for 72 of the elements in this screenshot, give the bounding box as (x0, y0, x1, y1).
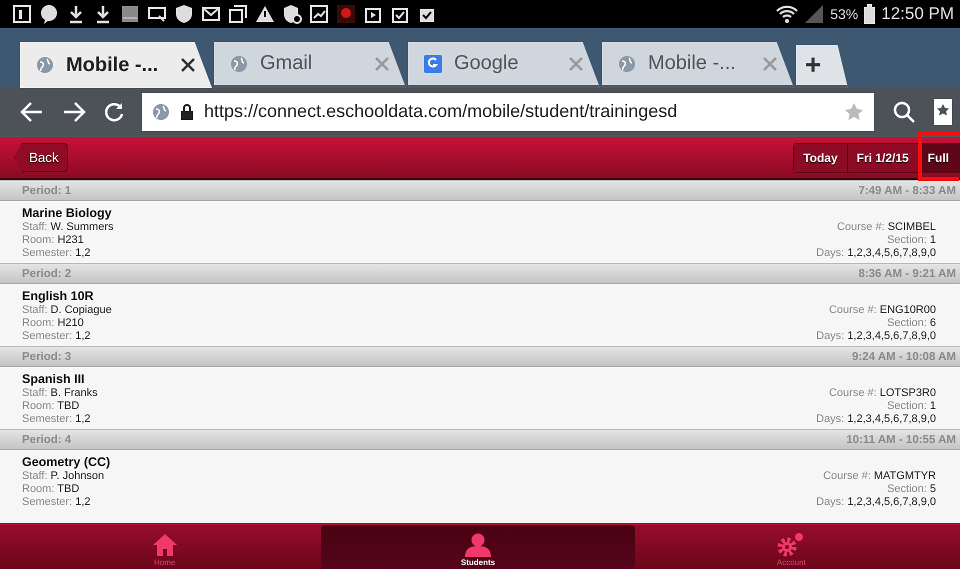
course-detail: Semester: 1,2 (22, 413, 92, 426)
course-info: Course #: LOTSP3R0 (828, 387, 936, 400)
new-tab-button[interactable]: + (796, 45, 848, 88)
course-info: Days: 1,2,3,4,5,6,7,8,9,0 (816, 496, 936, 509)
chart-icon (309, 4, 329, 24)
google-icon (424, 54, 442, 72)
period-time: 8:36 AM - 9:21 AM (858, 268, 956, 280)
course-info: Course #: ENG10R00 (828, 304, 936, 317)
browser-tab[interactable]: Mobile -... (20, 42, 212, 88)
clock-time: 12:50 PM (881, 4, 954, 24)
house-icon (152, 533, 178, 557)
app-icon (336, 4, 356, 24)
period-label: Period: 2 (22, 268, 72, 280)
course-detail: Room: TBD (22, 400, 80, 413)
course-info: Days: 1,2,3,4,5,6,7,8,9,0 (816, 330, 936, 343)
course-detail: Room: H231 (22, 234, 85, 247)
course-detail: Staff: B. Franks (22, 387, 98, 400)
shield-icon (174, 4, 194, 24)
period-time: 7:49 AM - 8:33 AM (858, 184, 956, 196)
course-name: Geometry (CC) (22, 455, 110, 470)
course-detail: Staff: D. Copiague (22, 304, 112, 317)
wifi-icon (776, 4, 798, 24)
period-time: 9:24 AM - 10:08 AM (852, 350, 956, 362)
globe-icon (36, 56, 54, 74)
segment-button[interactable]: Today (794, 144, 848, 172)
course-detail: Staff: W. Summers (22, 221, 114, 234)
period-label: Period: 4 (22, 434, 72, 446)
nav-tab[interactable]: Students (321, 525, 635, 569)
period-time: 10:11 AM - 10:55 AM (846, 434, 956, 446)
globe-icon (618, 54, 636, 72)
segment-button[interactable]: Fri 1/2/15 (848, 144, 919, 172)
course-info: Section: 1 (886, 400, 936, 413)
search-icon[interactable] (892, 100, 916, 124)
course-info: Days: 1,2,3,4,5,6,7,8,9,0 (816, 413, 936, 426)
warning-icon (255, 4, 275, 24)
period-label: Period: 1 (22, 184, 72, 196)
course-detail: Room: TBD (22, 483, 80, 496)
star-icon[interactable] (844, 102, 864, 122)
course-name: English 10R (22, 289, 95, 304)
course-detail: Semester: 1,2 (22, 330, 92, 343)
course-info: Section: 5 (886, 483, 936, 496)
mail-icon (201, 4, 221, 24)
globe-icon (230, 54, 248, 72)
course-detail: Staff: P. Johnson (22, 470, 106, 483)
battery-percentage: 53% (830, 6, 858, 22)
browser-tab[interactable]: Google (408, 42, 600, 88)
address-field[interactable]: https://connect.eschooldata.com/mobile/student/trainingesd (142, 92, 874, 130)
signal-icon (804, 4, 824, 24)
course-detail: Semester: 1,2 (22, 496, 92, 509)
course-info: Course #: MATGMTYR (822, 470, 936, 483)
back-arrow-icon[interactable] (20, 100, 44, 122)
chat-bubble-icon (39, 4, 59, 24)
course-info: Section: 1 (886, 234, 936, 247)
course-info: Days: 1,2,3,4,5,6,7,8,9,0 (816, 247, 936, 260)
back-button[interactable]: Back (14, 143, 68, 172)
course-name: Spanish III (22, 372, 86, 387)
bookmarks-icon[interactable] (934, 98, 952, 124)
reload-icon[interactable] (104, 102, 124, 122)
close-icon[interactable] (180, 57, 196, 73)
course-name: Marine Biology (22, 206, 113, 221)
browser-tab[interactable]: Gmail (214, 42, 406, 88)
globe-icon (152, 102, 170, 120)
course-detail: Semester: 1,2 (22, 247, 92, 260)
course-info: Course #: SCIMBEL (836, 221, 936, 234)
course-info: Section: 6 (886, 317, 936, 330)
forward-arrow-icon[interactable] (62, 100, 86, 122)
browser-tab[interactable]: Mobile -... (602, 42, 794, 88)
course-detail: Room: H210 (22, 317, 85, 330)
period-label: Period: 3 (22, 350, 72, 362)
lock-icon (180, 104, 194, 120)
battery-icon (864, 4, 876, 24)
person-icon (464, 533, 492, 557)
